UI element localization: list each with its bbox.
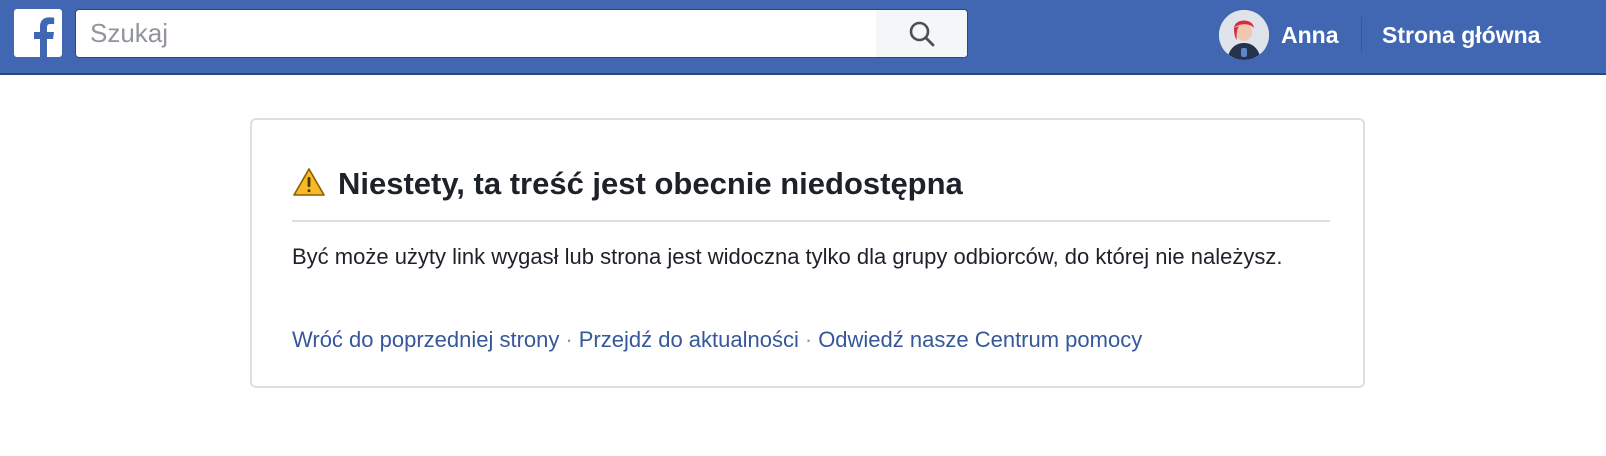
back-link[interactable]: Wróć do poprzedniej strony <box>292 327 559 352</box>
page-title: Niestety, ta treść jest obecnie niedostę… <box>338 166 963 201</box>
error-message: Być może użyty link wygasł lub strona je… <box>292 244 1283 269</box>
help-links: Wróć do poprzedniej strony · Przejdź do ak… <box>292 327 1142 353</box>
nav-divider <box>1361 17 1362 53</box>
home-link[interactable]: Strona główna <box>1382 22 1540 49</box>
search-icon <box>909 21 935 47</box>
news-feed-link[interactable]: Przejdź do aktualności <box>579 327 799 352</box>
search-bar <box>75 9 968 58</box>
link-separator: · <box>565 327 573 352</box>
search-input[interactable] <box>76 10 876 57</box>
content-unavailable-card: Niestety, ta treść jest obecnie niedostę… <box>250 118 1365 388</box>
card-divider <box>292 220 1330 222</box>
card-header: Niestety, ta treść jest obecnie niedostę… <box>292 166 1330 211</box>
search-button[interactable] <box>876 10 967 57</box>
help-center-link[interactable]: Odwiedź nasze Centrum pomocy <box>818 327 1142 352</box>
top-navigation-bar: Anna Strona główna <box>0 0 1606 75</box>
link-separator: · <box>804 327 813 352</box>
warning-icon <box>293 168 325 196</box>
avatar <box>1219 10 1269 60</box>
profile-name: Anna <box>1281 22 1339 48</box>
facebook-logo-icon[interactable] <box>14 9 62 57</box>
